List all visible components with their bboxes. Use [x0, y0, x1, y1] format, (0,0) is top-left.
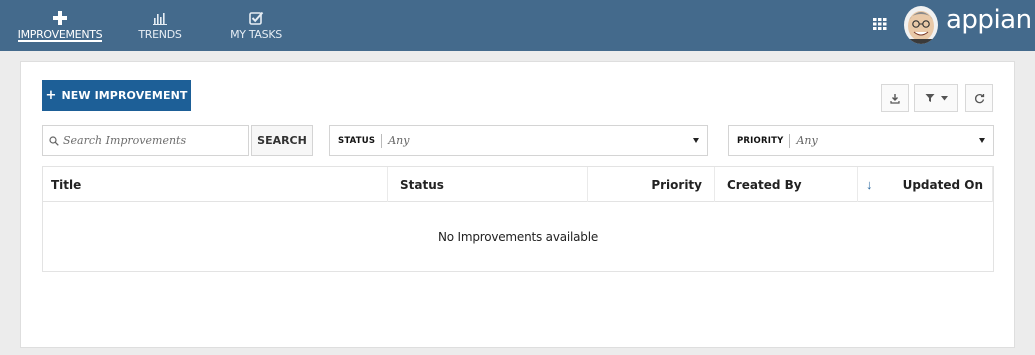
- filter-menu-button[interactable]: [914, 84, 958, 112]
- grid-icon[interactable]: [873, 18, 887, 30]
- column-header-updated-on[interactable]: Updated On: [858, 167, 993, 202]
- chevron-down-icon: [693, 138, 699, 143]
- empty-grid-message: No Improvements available: [437, 230, 599, 244]
- new-improvement-button[interactable]: + NEW IMPROVEMENT: [42, 80, 191, 111]
- improvements-card: + NEW IMPROVEMENT SEARCH STATUS Any PRIO…: [20, 61, 1015, 348]
- grid-header: Title Status Priority Created By Updated…: [43, 167, 993, 202]
- export-button[interactable]: [881, 84, 909, 112]
- search-icon: [49, 135, 59, 146]
- appian-logo: appian: [946, 5, 1032, 35]
- priority-filter-label: PRIORITY: [737, 135, 784, 146]
- filter-icon: [925, 94, 934, 102]
- search-button[interactable]: SEARCH: [251, 125, 313, 156]
- priority-filter-value: Any: [796, 134, 818, 147]
- column-header-status[interactable]: Status: [388, 167, 588, 202]
- column-header-priority[interactable]: Priority: [588, 167, 715, 202]
- sort-descending-icon: ↓: [866, 177, 873, 192]
- improvements-grid: Title Status Priority Created By Updated…: [42, 166, 994, 272]
- tab-trends[interactable]: TRENDS: [133, 0, 187, 51]
- plus-icon: +: [45, 88, 57, 103]
- search-field[interactable]: [42, 125, 249, 156]
- status-filter-dropdown[interactable]: STATUS Any: [329, 125, 708, 156]
- checkbox-icon: [248, 3, 264, 25]
- column-header-created-by[interactable]: Created By: [715, 167, 858, 202]
- status-filter-value: Any: [388, 134, 410, 147]
- status-filter-label: STATUS: [338, 135, 376, 146]
- user-avatar[interactable]: [904, 6, 938, 44]
- tab-improvements[interactable]: IMPROVEMENTS: [16, 0, 104, 51]
- active-tab-indicator: [18, 40, 102, 42]
- refresh-icon: [974, 93, 984, 103]
- priority-filter-dropdown[interactable]: PRIORITY Any: [728, 125, 994, 156]
- column-header-title[interactable]: Title: [43, 167, 388, 202]
- chevron-down-icon: [979, 138, 985, 143]
- divider: [381, 133, 383, 148]
- tab-my-tasks[interactable]: MY TASKS: [225, 0, 287, 51]
- tab-trends-label: TRENDS: [138, 28, 182, 41]
- refresh-button[interactable]: [965, 84, 993, 112]
- download-icon: [890, 93, 900, 104]
- top-navigation-bar: IMPROVEMENTS TRENDS MY TASKS appian: [0, 0, 1035, 51]
- new-improvement-label: NEW IMPROVEMENT: [61, 89, 188, 102]
- tab-my-tasks-label: MY TASKS: [230, 28, 282, 41]
- bar-chart-icon: [153, 3, 167, 25]
- chevron-down-icon: [940, 95, 948, 100]
- divider: [789, 133, 791, 148]
- plus-icon: [53, 3, 67, 25]
- search-input[interactable]: [63, 134, 233, 147]
